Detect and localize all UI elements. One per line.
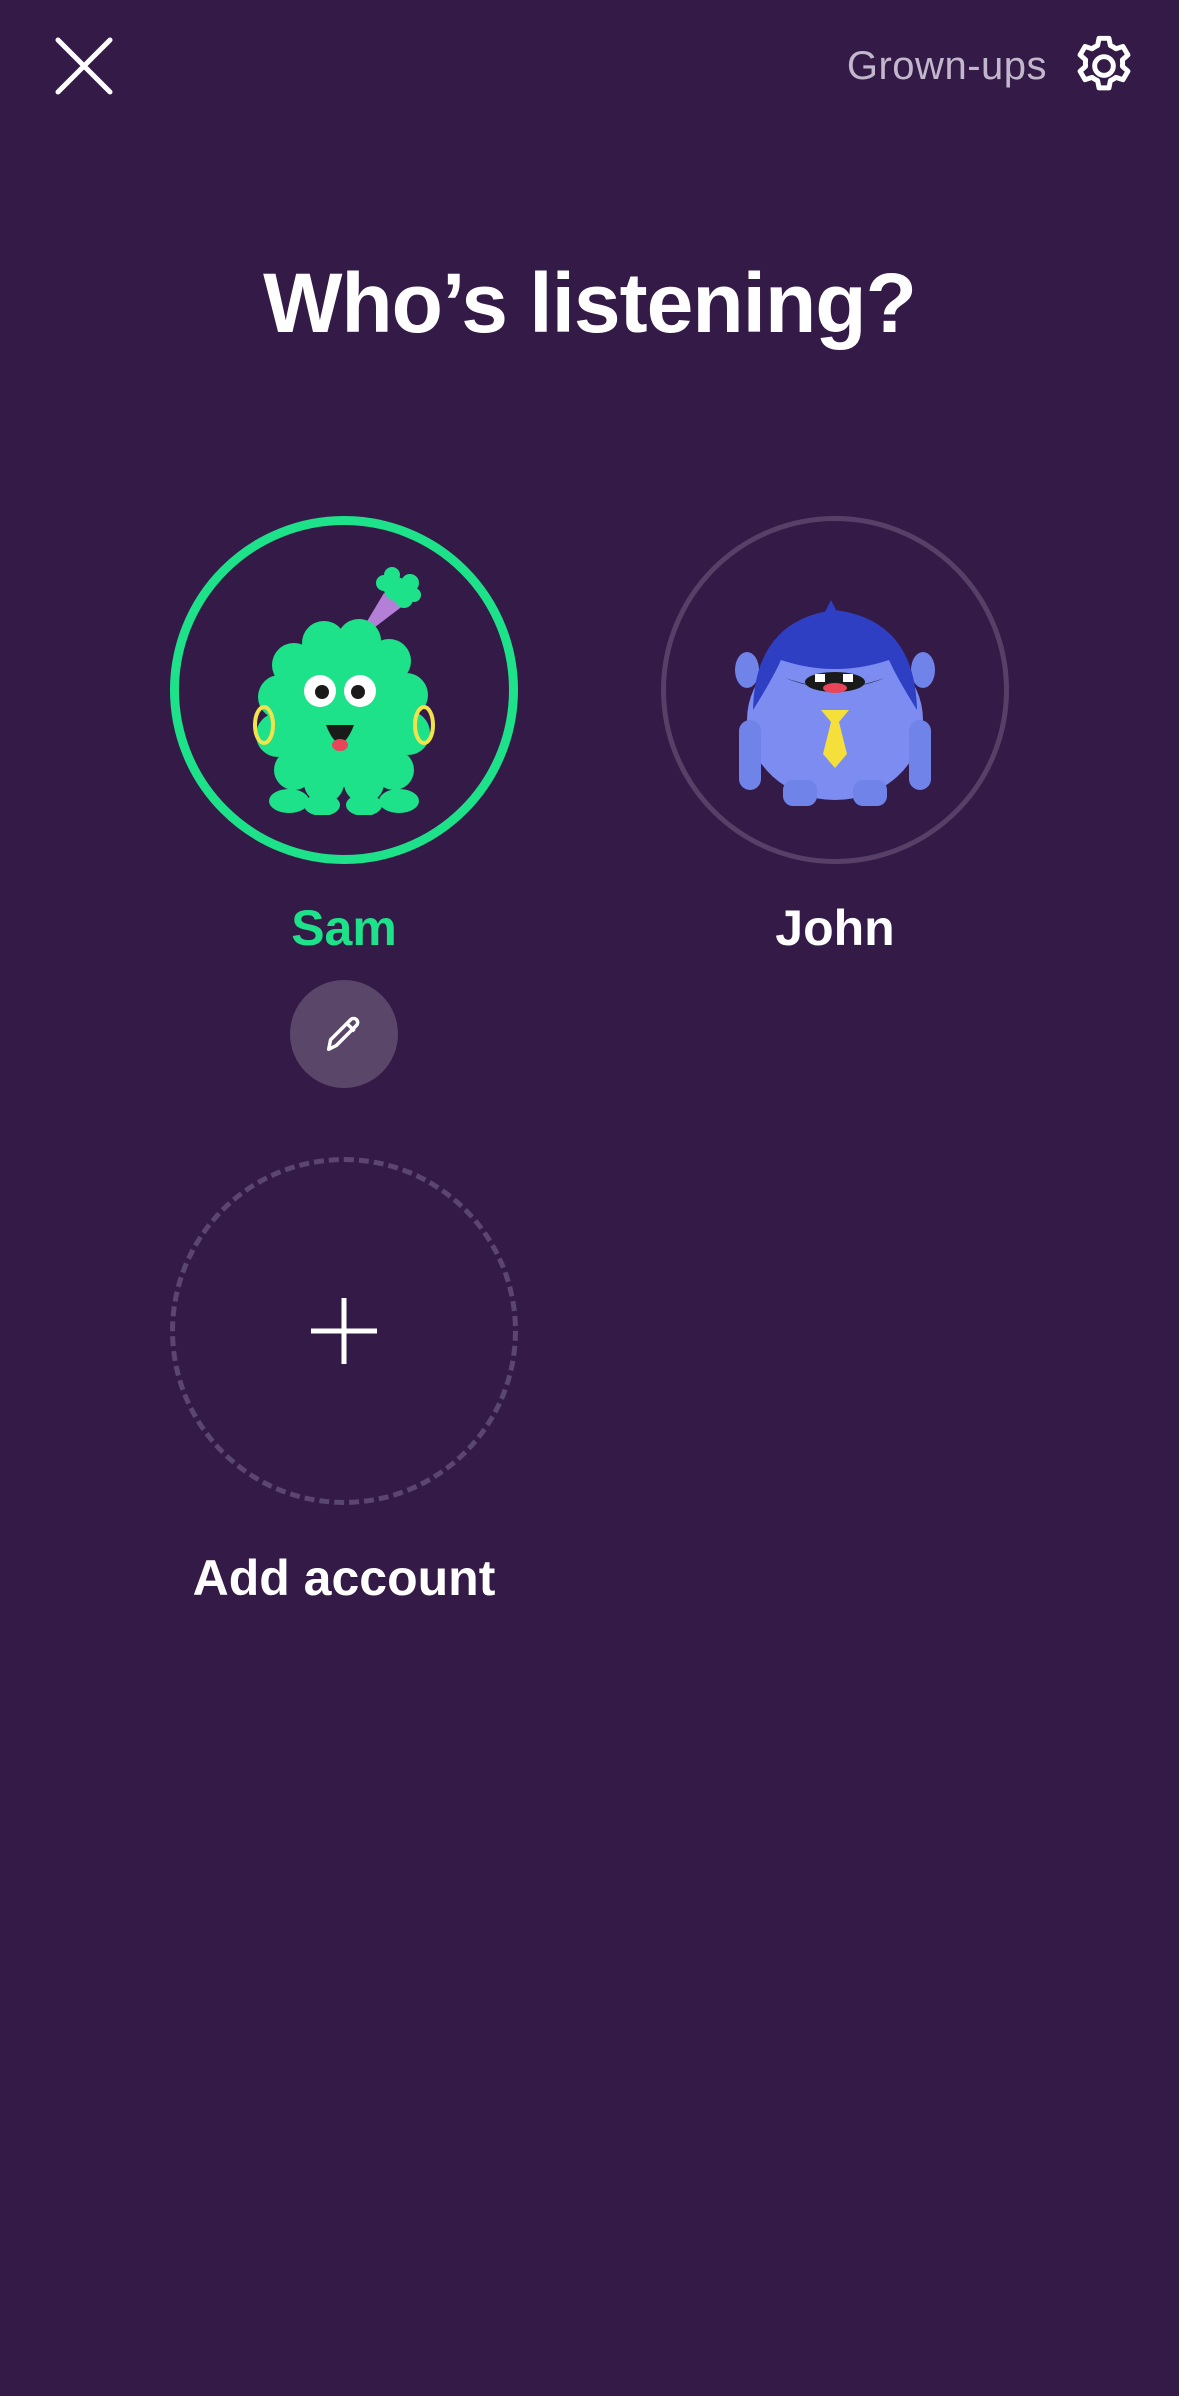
- profile-name-john: John: [775, 900, 895, 956]
- profile-picker-screen: Grown-ups Who’s listening? Sam John Add …: [0, 0, 1179, 2396]
- page-title: Who’s listening?: [263, 256, 917, 350]
- profile-sam: Sam: [164, 516, 524, 1088]
- add-account-tile: Add account: [164, 1157, 524, 1607]
- close-button[interactable]: [40, 22, 128, 110]
- avatar-button-john[interactable]: [661, 516, 1009, 864]
- edit-profile-button[interactable]: [290, 980, 398, 1088]
- profile-john: John: [655, 516, 1015, 958]
- gear-icon: [1077, 35, 1131, 91]
- close-icon: [55, 37, 113, 95]
- add-account-label: Add account: [192, 1550, 496, 1606]
- profile-name-sam: Sam: [291, 900, 397, 956]
- add-account-button[interactable]: [170, 1157, 518, 1505]
- green-monster-avatar: [253, 567, 435, 815]
- grownups-label: Grown-ups: [846, 43, 1047, 88]
- pencil-icon: [326, 1016, 360, 1052]
- blue-monster-avatar: [735, 600, 935, 806]
- plus-icon: [311, 1298, 377, 1364]
- avatar-button-sam[interactable]: [170, 516, 518, 864]
- grownups-button[interactable]: Grown-ups: [847, 22, 1139, 110]
